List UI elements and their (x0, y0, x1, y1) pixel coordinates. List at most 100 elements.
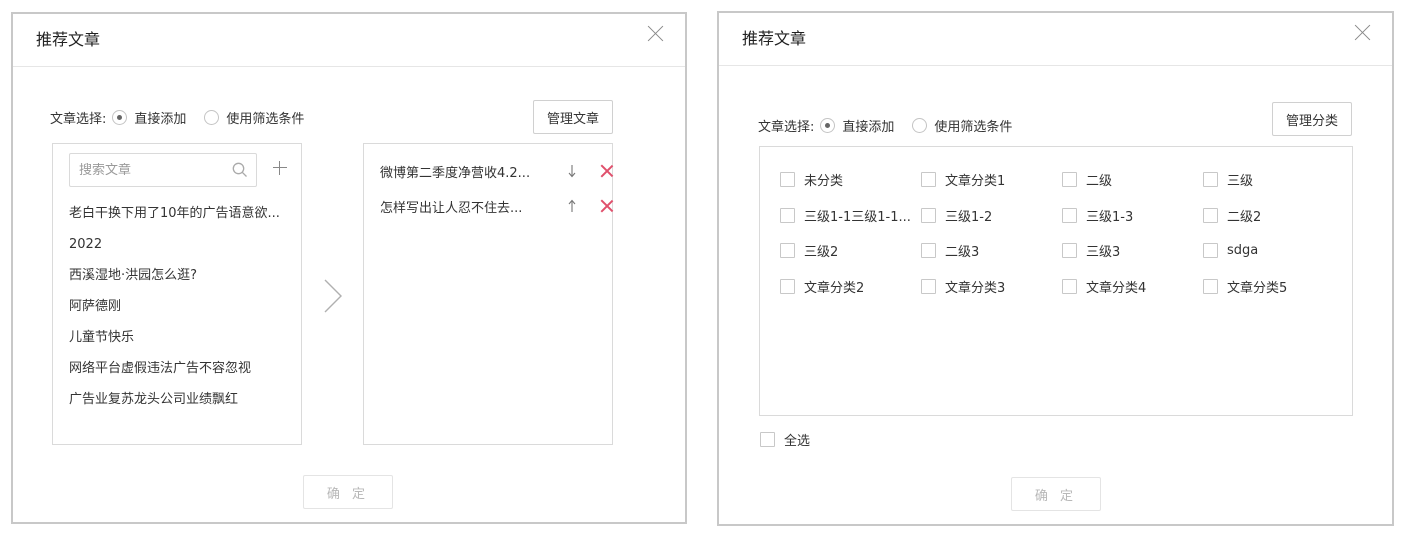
confirm-button[interactable]: 确 定 (1011, 477, 1101, 511)
radio-direct-add[interactable]: 直接添加 (820, 116, 894, 135)
dialog-header: 推荐文章 (719, 13, 1392, 66)
category-label: 三级 (1227, 174, 1254, 190)
category-checkbox-item[interactable]: 二级 (1062, 162, 1203, 198)
radio-direct-add-label: 直接添加 (134, 112, 187, 127)
checkbox[interactable] (1062, 207, 1077, 223)
selection-label: 文章选择: (758, 120, 815, 135)
radio-direct-add-label: 直接添加 (842, 120, 895, 135)
category-label: sdga (1227, 243, 1259, 259)
category-checkbox-item[interactable]: 三级1-1三级1-1... (780, 198, 921, 234)
checkbox[interactable] (921, 278, 936, 294)
article-selection-row: 文章选择: 直接添加 使用筛选条件 (50, 108, 322, 127)
category-checkbox-item[interactable]: 二级3 (921, 233, 1062, 269)
selected-article-item[interactable]: 怎样写出让人忍不住去... (380, 196, 600, 216)
checkbox[interactable] (780, 243, 795, 259)
checkbox[interactable] (1203, 172, 1218, 188)
add-icon[interactable] (273, 161, 287, 175)
category-checkbox-item[interactable]: 文章分类5 (1203, 269, 1344, 305)
category-panel: 未分类 文章分类1 二级 三级 三级1-1三级1-1... 三级1-2 三级1-… (759, 146, 1353, 416)
category-checkbox-item[interactable]: 三级1-3 (1062, 198, 1203, 234)
delete-icon[interactable] (600, 164, 614, 178)
article-item[interactable]: 网络平台虚假违法广告不容忽视 (69, 353, 280, 384)
category-label: 二级 (1086, 174, 1113, 190)
radio-filter-conditions[interactable]: 使用筛选条件 (912, 116, 1012, 135)
category-label: 文章分类4 (1086, 280, 1147, 296)
down-arrow-icon[interactable] (566, 163, 578, 179)
category-checkbox-item[interactable]: 三级1-2 (921, 198, 1062, 234)
category-label: 三级2 (804, 245, 839, 261)
search-box (69, 153, 257, 187)
manage-categories-button[interactable]: 管理分类 (1272, 102, 1352, 136)
radio-checked-icon[interactable] (820, 118, 836, 133)
category-checkbox-item[interactable]: 文章分类3 (921, 269, 1062, 305)
category-label: 文章分类2 (804, 280, 865, 296)
category-checkbox-item[interactable]: 未分类 (780, 162, 921, 198)
selected-article-item[interactable]: 微博第二季度净营收4.2... (380, 161, 600, 181)
category-label: 二级3 (945, 245, 980, 261)
radio-filter-conditions[interactable]: 使用筛选条件 (204, 108, 304, 127)
checkbox[interactable] (780, 172, 795, 188)
category-label: 三级1-2 (945, 209, 993, 225)
category-checkbox-item[interactable]: 文章分类4 (1062, 269, 1203, 305)
article-item[interactable]: 阿萨德刚 (69, 291, 280, 322)
radio-filter-conditions-label: 使用筛选条件 (934, 120, 1013, 135)
category-checkbox-item[interactable]: 文章分类1 (921, 162, 1062, 198)
close-icon[interactable] (1354, 23, 1372, 41)
radio-unchecked-icon[interactable] (204, 110, 220, 125)
category-checkbox-item[interactable]: 文章分类2 (780, 269, 921, 305)
search-input[interactable] (79, 162, 229, 178)
checkbox[interactable] (780, 278, 795, 294)
radio-unchecked-icon[interactable] (912, 118, 928, 133)
select-all-checkbox[interactable]: 全选 (760, 430, 810, 449)
checkbox[interactable] (1062, 243, 1077, 259)
checkbox[interactable] (1203, 278, 1218, 294)
category-label: 文章分类1 (945, 174, 1006, 190)
selected-article-title: 微博第二季度净营收4.2... (380, 165, 531, 181)
close-icon[interactable] (647, 24, 665, 42)
search-icon[interactable] (232, 162, 248, 178)
category-label: 三级1-1三级1-1... (804, 209, 911, 225)
category-checkbox-item[interactable]: 三级3 (1062, 233, 1203, 269)
radio-direct-add[interactable]: 直接添加 (112, 108, 186, 127)
selection-label: 文章选择: (50, 112, 107, 127)
article-list: 老白干换下用了10年的广告语意欲... 2022 西溪湿地·洪园怎么逛? 阿萨德… (69, 198, 280, 415)
checkbox[interactable] (760, 432, 775, 447)
delete-icon[interactable] (600, 199, 614, 213)
dialog-header: 推荐文章 (13, 14, 685, 67)
manage-articles-button[interactable]: 管理文章 (533, 100, 613, 134)
category-checkbox-item[interactable]: 三级2 (780, 233, 921, 269)
checkbox[interactable] (1062, 278, 1077, 294)
category-checkbox-item[interactable]: sdga (1203, 233, 1344, 269)
recommend-article-dialog-left: 推荐文章 文章选择: 直接添加 使用筛选条件 管理文章 老白干换下用了10年的广… (11, 12, 687, 524)
checkbox[interactable] (921, 207, 936, 223)
checkbox[interactable] (921, 243, 936, 259)
article-item[interactable]: 广告业复苏龙头公司业绩飘红 (69, 384, 280, 415)
category-label: 三级1-3 (1086, 209, 1134, 225)
article-item[interactable]: 2022 (69, 229, 280, 260)
checkbox[interactable] (921, 172, 936, 188)
category-checkbox-item[interactable]: 三级 (1203, 162, 1344, 198)
category-label: 未分类 (804, 174, 844, 190)
article-selection-row: 文章选择: 直接添加 使用筛选条件 (758, 116, 1030, 135)
category-grid: 未分类 文章分类1 二级 三级 三级1-1三级1-1... 三级1-2 三级1-… (780, 162, 1344, 304)
article-item[interactable]: 老白干换下用了10年的广告语意欲... (69, 198, 280, 229)
article-item[interactable]: 儿童节快乐 (69, 322, 280, 353)
up-arrow-icon[interactable] (566, 198, 578, 214)
category-checkbox-item[interactable]: 二级2 (1203, 198, 1344, 234)
category-label: 三级3 (1086, 245, 1121, 261)
checkbox[interactable] (780, 207, 795, 223)
recommend-article-dialog-right: 推荐文章 文章选择: 直接添加 使用筛选条件 管理分类 未分类 文章分类1 二级… (717, 11, 1394, 526)
select-all-label: 全选 (784, 434, 811, 449)
article-item[interactable]: 西溪湿地·洪园怎么逛? (69, 260, 280, 291)
confirm-button[interactable]: 确 定 (303, 475, 393, 509)
checkbox[interactable] (1203, 243, 1218, 259)
chevron-right-icon[interactable] (321, 278, 345, 314)
dialog-title: 推荐文章 (742, 29, 807, 48)
checkbox[interactable] (1062, 172, 1077, 188)
selected-articles-panel: 微博第二季度净营收4.2... 怎样写出让人忍不住去... (363, 143, 613, 445)
checkbox[interactable] (1203, 207, 1218, 223)
radio-checked-icon[interactable] (112, 110, 128, 125)
radio-filter-conditions-label: 使用筛选条件 (226, 112, 305, 127)
selected-article-title: 怎样写出让人忍不住去... (380, 200, 523, 216)
category-label: 文章分类5 (1227, 280, 1288, 296)
